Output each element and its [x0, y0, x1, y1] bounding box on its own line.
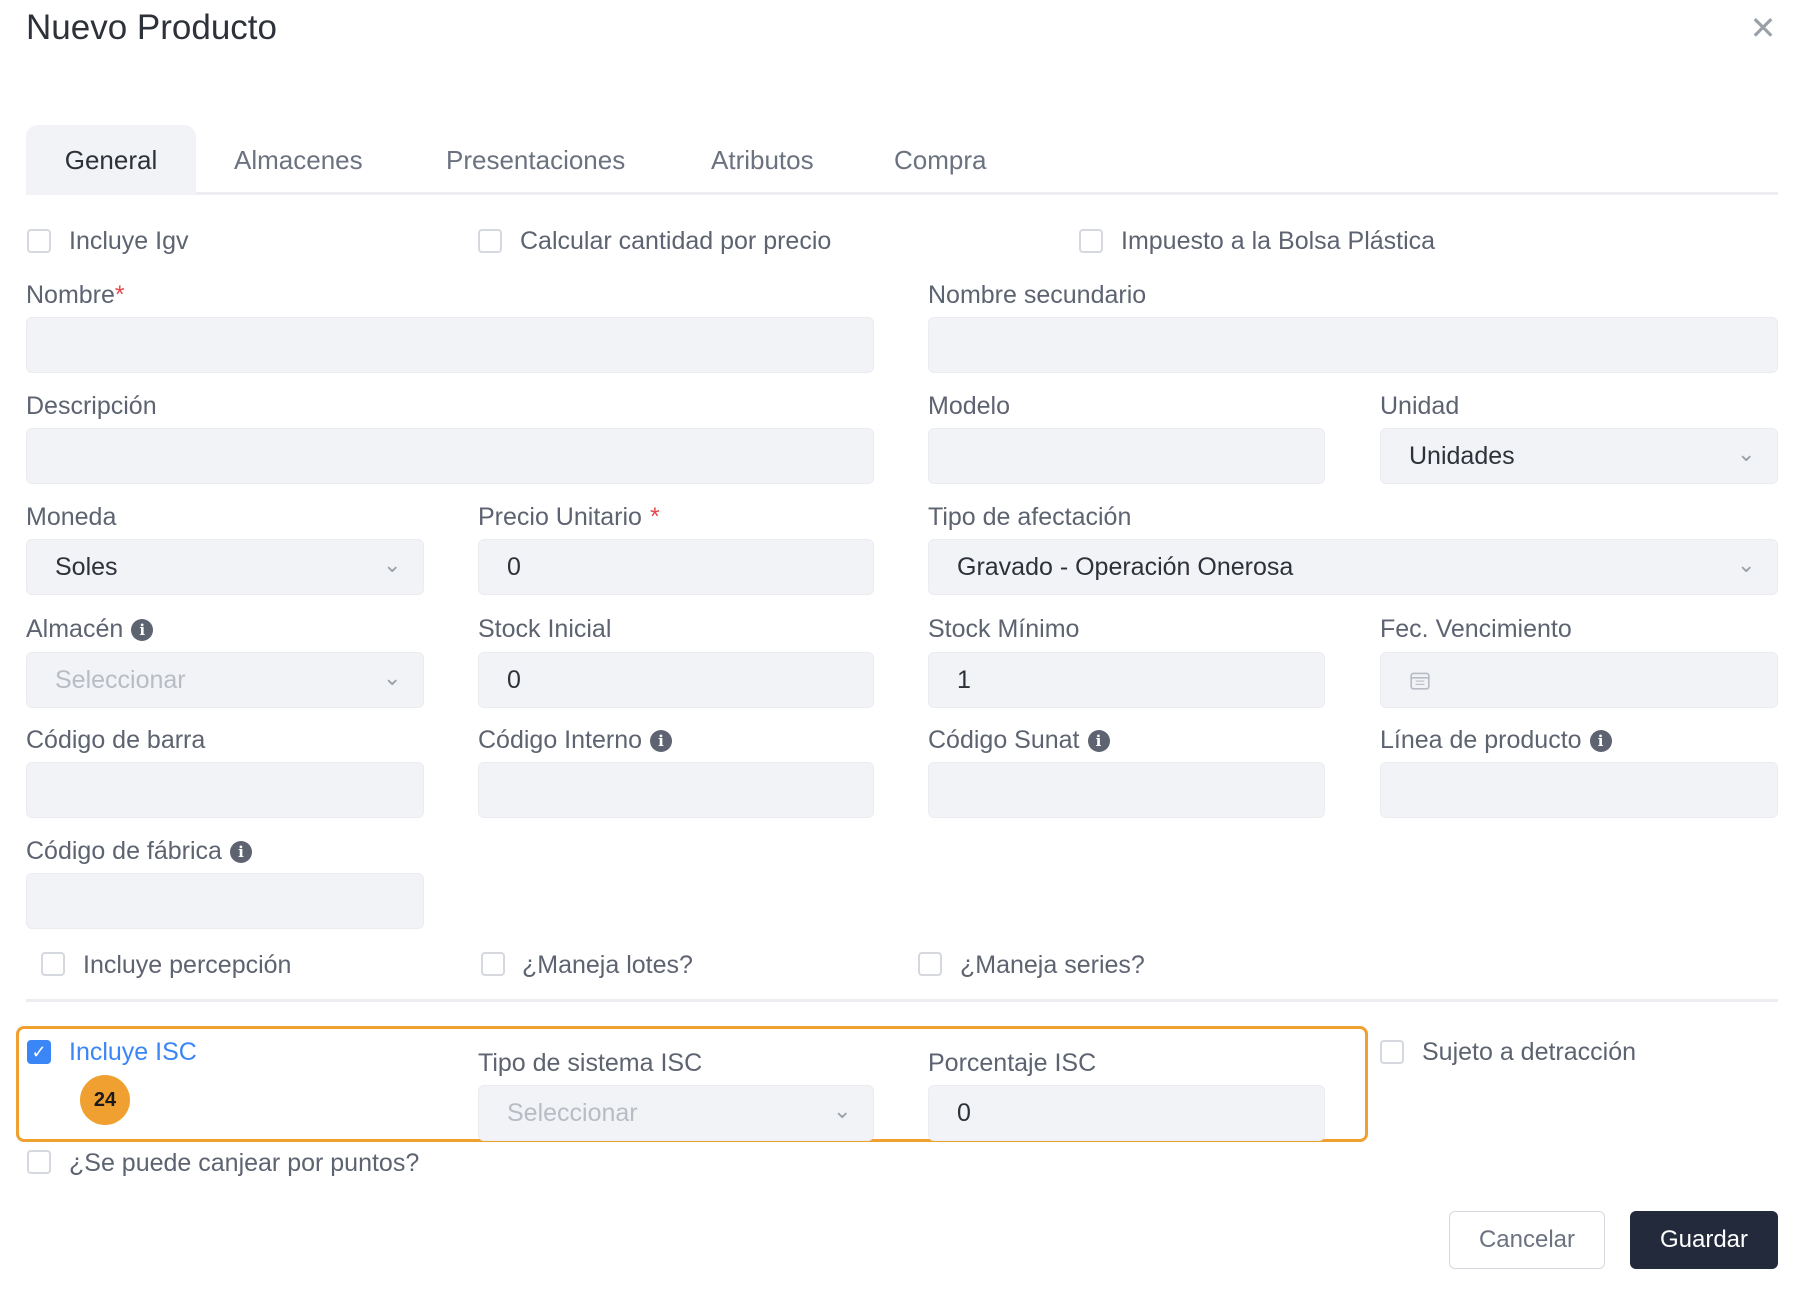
nombre-secundario-input[interactable] — [928, 317, 1778, 373]
chevron-down-icon: ⌄ — [383, 665, 402, 690]
tab-general[interactable]: General — [26, 125, 196, 195]
stock-minimo-input[interactable]: 1 — [928, 652, 1325, 708]
stock-inicial-label: Stock Inicial — [478, 615, 612, 643]
codigo-sunat-label: Código Sunat i — [928, 726, 1110, 755]
calcular-cantidad-label: Calcular cantidad por precio — [520, 227, 832, 255]
tab-almacenes[interactable]: Almacenes — [234, 125, 363, 195]
calendar-icon — [1410, 672, 1430, 690]
close-icon[interactable]: ✕ — [1743, 8, 1783, 48]
impuesto-bolsa-checkbox[interactable] — [1079, 229, 1103, 253]
canjear-puntos-checkbox[interactable] — [27, 1150, 51, 1174]
chevron-down-icon: ⌄ — [1737, 441, 1756, 466]
tab-bar: General Almacenes Presentaciones Atribut… — [26, 125, 1778, 195]
modelo-input[interactable] — [928, 428, 1325, 484]
unidad-label: Unidad — [1380, 392, 1460, 420]
almacen-label: Almacén i — [26, 615, 154, 644]
modal-title: Nuevo Producto — [26, 8, 277, 47]
maneja-lotes-label: ¿Maneja lotes? — [522, 951, 693, 979]
precio-unitario-input[interactable]: 0 — [478, 539, 874, 595]
step-badge: 24 — [80, 1075, 130, 1125]
chevron-down-icon: ⌄ — [833, 1098, 852, 1123]
precio-unitario-label: Precio Unitario * — [478, 503, 660, 531]
tipo-sistema-isc-label: Tipo de sistema ISC — [478, 1049, 703, 1077]
stock-minimo-label: Stock Mínimo — [928, 615, 1080, 643]
nombre-input[interactable] — [26, 317, 874, 373]
stock-inicial-input[interactable]: 0 — [478, 652, 874, 708]
calcular-cantidad-checkbox[interactable] — [478, 229, 502, 253]
moneda-value: Soles — [55, 552, 118, 581]
incluye-percepcion-label: Incluye percepción — [83, 951, 292, 979]
tipo-sistema-isc-select[interactable]: Seleccionar ⌄ — [478, 1085, 874, 1141]
codigo-fabrica-input[interactable] — [26, 873, 424, 929]
porcentaje-isc-label: Porcentaje ISC — [928, 1049, 1097, 1077]
tipo-sistema-isc-placeholder: Seleccionar — [507, 1098, 638, 1127]
nombre-label: Nombre * — [26, 281, 125, 309]
maneja-series-label: ¿Maneja series? — [960, 951, 1145, 979]
tab-compra[interactable]: Compra — [894, 125, 986, 195]
codigo-fabrica-label: Código de fábrica i — [26, 837, 252, 866]
fec-vencimiento-label: Fec. Vencimiento — [1380, 615, 1572, 643]
porcentaje-isc-input[interactable]: 0 — [928, 1085, 1325, 1141]
moneda-label: Moneda — [26, 503, 117, 531]
info-icon[interactable]: i — [131, 618, 154, 641]
chevron-down-icon: ⌄ — [383, 552, 402, 577]
descripcion-input[interactable] — [26, 428, 874, 484]
codigo-sunat-input[interactable] — [928, 762, 1325, 818]
incluye-isc-label: Incluye ISC — [69, 1038, 197, 1066]
impuesto-bolsa-label: Impuesto a la Bolsa Plástica — [1121, 227, 1436, 255]
codigo-barra-label: Código de barra — [26, 726, 206, 754]
canjear-puntos-label: ¿Se puede canjear por puntos? — [69, 1149, 420, 1177]
modelo-label: Modelo — [928, 392, 1010, 420]
unidad-value: Unidades — [1409, 441, 1515, 470]
moneda-select[interactable]: Soles ⌄ — [26, 539, 424, 595]
tab-presentaciones[interactable]: Presentaciones — [446, 125, 625, 195]
fec-vencimiento-input[interactable] — [1380, 652, 1778, 708]
info-icon[interactable]: i — [229, 840, 252, 863]
linea-producto-label: Línea de producto i — [1380, 726, 1612, 755]
linea-producto-input[interactable] — [1380, 762, 1778, 818]
sujeto-detraccion-checkbox[interactable] — [1380, 1040, 1404, 1064]
sujeto-detraccion-label: Sujeto a detracción — [1422, 1038, 1637, 1066]
incluye-percepcion-checkbox[interactable] — [41, 952, 65, 976]
tipo-afectacion-select[interactable]: Gravado - Operación Onerosa ⌄ — [928, 539, 1778, 595]
tipo-afectacion-value: Gravado - Operación Onerosa — [957, 552, 1294, 581]
incluye-isc-checkbox[interactable]: ✓ — [27, 1040, 51, 1064]
almacen-select[interactable]: Seleccionar ⌄ — [26, 652, 424, 708]
info-icon[interactable]: i — [1589, 729, 1612, 752]
tab-atributos[interactable]: Atributos — [711, 125, 814, 195]
codigo-interno-input[interactable] — [478, 762, 874, 818]
cancel-button[interactable]: Cancelar — [1449, 1211, 1605, 1269]
save-button[interactable]: Guardar — [1630, 1211, 1778, 1269]
incluye-igv-label: Incluye Igv — [69, 227, 189, 255]
almacen-placeholder: Seleccionar — [55, 665, 186, 694]
info-icon[interactable]: i — [1087, 729, 1110, 752]
incluye-igv-checkbox[interactable] — [27, 229, 51, 253]
tipo-afectacion-label: Tipo de afectación — [928, 503, 1132, 531]
unidad-select[interactable]: Unidades ⌄ — [1380, 428, 1778, 484]
maneja-series-checkbox[interactable] — [918, 952, 942, 976]
section-divider — [26, 999, 1778, 1002]
descripcion-label: Descripción — [26, 392, 157, 420]
nombre-secundario-label: Nombre secundario — [928, 281, 1147, 309]
check-icon: ✓ — [31, 1041, 47, 1062]
maneja-lotes-checkbox[interactable] — [481, 952, 505, 976]
codigo-interno-label: Código Interno i — [478, 726, 673, 755]
codigo-barra-input[interactable] — [26, 762, 424, 818]
chevron-down-icon: ⌄ — [1737, 552, 1756, 577]
info-icon[interactable]: i — [650, 729, 673, 752]
